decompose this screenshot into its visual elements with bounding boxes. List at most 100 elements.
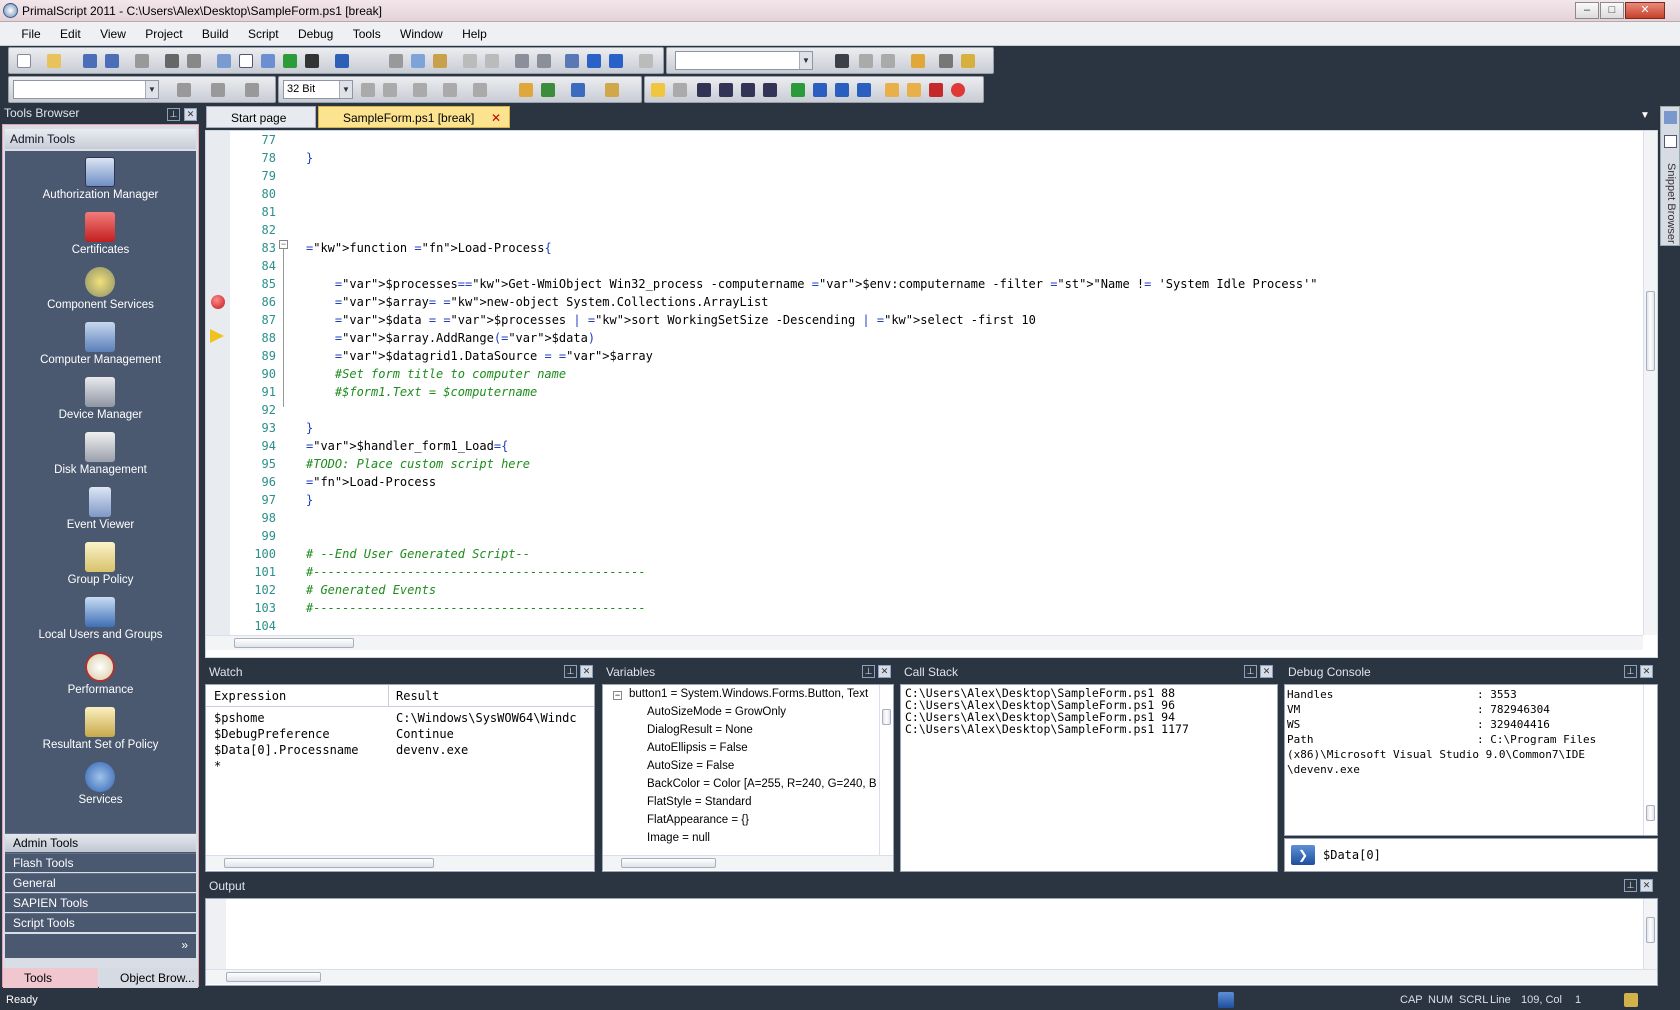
category-general[interactable]: General (5, 873, 196, 892)
properties-icon[interactable] (261, 54, 275, 68)
watch-row[interactable]: $Data[0].Processname devenv.exe (211, 743, 571, 760)
menu-script[interactable]: Script (240, 22, 287, 46)
variables-horizontal-scrollbar[interactable] (603, 855, 893, 870)
console-input[interactable]: $Data[0] (1323, 848, 1643, 866)
find-in-files-icon[interactable] (911, 54, 925, 68)
code-line[interactable]: 77 (231, 133, 1631, 151)
find-combo[interactable]: ▼ (675, 51, 813, 70)
close-icon[interactable]: ✕ (184, 108, 197, 121)
menu-tools[interactable]: Tools (345, 22, 389, 46)
menu-project[interactable]: Project (137, 22, 190, 46)
find-prev-icon[interactable] (881, 54, 895, 68)
tab-object-browser[interactable]: Object Brow... (99, 968, 198, 988)
variable-item[interactable]: AutoSizeMode = GrowOnly (647, 706, 786, 724)
code-line[interactable]: 85 ="var">$processes=="kw">Get-WmiObject… (231, 277, 1631, 295)
variable-item[interactable]: AutoSize = False (647, 760, 734, 778)
watch-row[interactable]: $DebugPreference Continue (211, 727, 571, 744)
code-line[interactable]: 79 (231, 169, 1631, 187)
step-over-debug-icon[interactable] (835, 83, 849, 97)
scroll-thumb[interactable] (1646, 291, 1655, 371)
variable-item[interactable]: Image = null (647, 832, 710, 850)
deploy-icon[interactable] (245, 83, 259, 97)
code-area[interactable]: 77 78} 79 80 81 82 83 ="kw">function ="fn">Load… (231, 131, 1631, 635)
variable-item[interactable]: BackColor = Color [A=255, R=240, G=240, … (647, 778, 877, 796)
code-line[interactable]: 78} (231, 151, 1631, 169)
console-vertical-scrollbar[interactable] (1643, 685, 1657, 835)
save-all-icon[interactable] (105, 54, 119, 68)
menu-debug[interactable]: Debug (290, 22, 341, 46)
tool-performance[interactable]: Performance (5, 650, 196, 705)
tool-group-policy[interactable]: Group Policy (5, 540, 196, 595)
find-next-icon[interactable] (859, 54, 873, 68)
tab-list-icon[interactable]: ▼ (1640, 110, 1650, 121)
menu-edit[interactable]: Edit (52, 22, 89, 46)
step-over-icon[interactable] (383, 83, 397, 97)
col-result[interactable]: Result (396, 689, 439, 703)
rebuild-icon[interactable] (211, 83, 225, 97)
variable-root[interactable]: button1 = System.Windows.Forms.Button, T… (629, 688, 868, 706)
close-icon[interactable]: ✕ (1640, 665, 1653, 678)
uncomment-icon[interactable] (587, 54, 601, 68)
stop-icon[interactable] (951, 83, 965, 97)
chevron-down-icon[interactable]: ▼ (339, 81, 352, 98)
code-line[interactable]: 83 ="kw">function ="fn">Load-Process{ (231, 241, 1631, 259)
bookmark-prev-icon[interactable] (673, 83, 687, 97)
options-icon[interactable] (239, 54, 253, 68)
scroll-thumb[interactable] (1646, 917, 1655, 943)
code-line[interactable]: 88 ="var">$array.AddRange(="var">$data) (231, 331, 1631, 349)
tool-resultant-set-of-policy[interactable]: Resultant Set of Policy (5, 705, 196, 760)
navigate-back-icon[interactable] (639, 54, 653, 68)
sign-icon[interactable] (1624, 993, 1638, 1007)
code-line[interactable]: 101 #------------------------------------… (231, 565, 1631, 583)
tool-device-manager[interactable]: Device Manager (5, 375, 196, 430)
help-icon[interactable] (335, 54, 349, 68)
chevron-down-icon[interactable]: ▼ (145, 81, 158, 98)
save-icon[interactable] (83, 54, 97, 68)
watch-row[interactable]: * (211, 759, 571, 776)
code-line[interactable]: 97} (231, 493, 1631, 511)
fold-toggle-icon[interactable]: − (279, 240, 288, 249)
code-line[interactable]: 99 (231, 529, 1631, 547)
tool-authorization-manager[interactable]: Authorization Manager (5, 155, 196, 210)
chevron-down-icon[interactable]: ▼ (799, 52, 812, 69)
code-line[interactable]: 91 #$form1.Text = $computername (231, 385, 1631, 403)
tool-disk-management[interactable]: Disk Management (5, 430, 196, 485)
print-icon[interactable] (165, 54, 179, 68)
remote-icon[interactable] (605, 83, 619, 97)
code-line[interactable]: 102 # Generated Events (231, 583, 1631, 601)
output-panel[interactable] (205, 898, 1658, 986)
redo-icon[interactable] (485, 54, 499, 68)
pin-icon[interactable]: ⊥ (1624, 879, 1637, 892)
config-combo[interactable]: ▼ (13, 80, 159, 99)
code-line[interactable]: 98 (231, 511, 1631, 529)
variable-item[interactable]: FlatAppearance = {} (647, 814, 749, 832)
undo-icon[interactable] (463, 54, 477, 68)
signing-icon[interactable] (571, 83, 585, 97)
variable-item[interactable]: FlatStyle = Standard (647, 796, 752, 814)
code-line[interactable]: 90 #Set form title to computer name (231, 367, 1631, 385)
category-sapien-tools[interactable]: SAPIEN Tools (5, 893, 196, 912)
hand-icon[interactable] (885, 83, 899, 97)
scroll-thumb[interactable] (234, 638, 354, 648)
list2-icon[interactable] (719, 83, 733, 97)
powershell-status-icon[interactable] (1218, 992, 1234, 1008)
console-icon[interactable] (305, 54, 319, 68)
tool-local-users-and-groups[interactable]: Local Users and Groups (5, 595, 196, 650)
variables-vertical-scrollbar[interactable] (879, 685, 893, 855)
code-line[interactable]: 94 ="var">$handler_form1_Load={ (231, 439, 1631, 457)
code-line[interactable]: 82 (231, 223, 1631, 241)
code-line[interactable]: 100 # --End User Generated Script-- (231, 547, 1631, 565)
code-line[interactable]: 92 (231, 403, 1631, 421)
scroll-thumb[interactable] (226, 972, 321, 982)
new-file-icon[interactable] (17, 54, 31, 68)
category-script-tools[interactable]: Script Tools (5, 913, 196, 932)
watch-row[interactable]: $pshome C:\Windows\SysWOW64\Windc (211, 711, 577, 728)
variable-item[interactable]: AutoEllipsis = False (647, 742, 748, 760)
code-line[interactable]: 80 (231, 187, 1631, 205)
close-button[interactable]: ✕ (1625, 2, 1665, 19)
list3-icon[interactable] (741, 83, 755, 97)
cut-icon[interactable] (389, 54, 403, 68)
menu-view[interactable]: View (92, 22, 134, 46)
scroll-thumb[interactable] (1646, 805, 1655, 821)
run-icon[interactable] (283, 54, 297, 68)
